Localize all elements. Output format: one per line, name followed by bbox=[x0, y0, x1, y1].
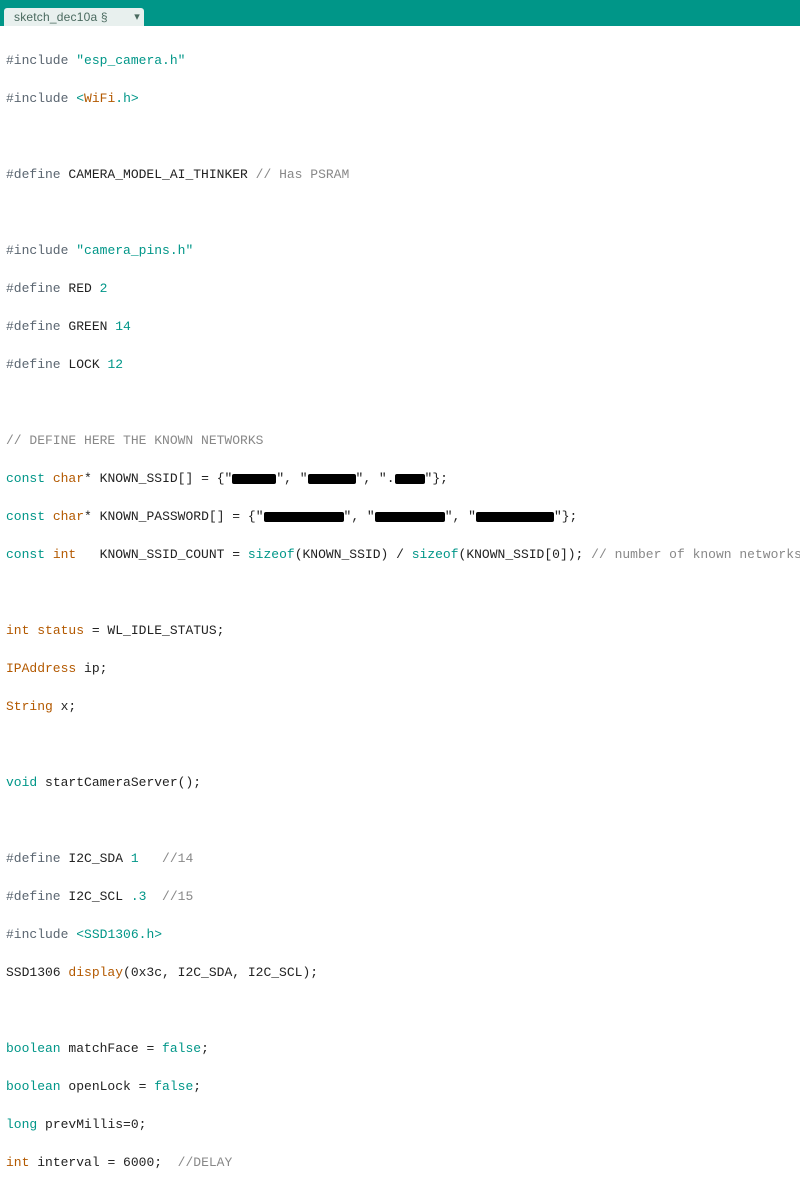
macro: I2C_SCL bbox=[68, 889, 123, 904]
end: "}; bbox=[425, 471, 448, 486]
preproc: #define bbox=[6, 167, 61, 182]
rest: (); bbox=[178, 775, 201, 790]
end: ; bbox=[193, 1079, 201, 1094]
preproc: #define bbox=[6, 889, 61, 904]
type: String bbox=[6, 699, 53, 714]
rest: ip; bbox=[76, 661, 107, 676]
ident: matchFace bbox=[68, 1041, 138, 1056]
redacted-ssid-2 bbox=[308, 474, 356, 484]
rest: x; bbox=[53, 699, 76, 714]
ident: KNOWN_PASSWORD[] bbox=[100, 509, 225, 524]
sep: ", ". bbox=[356, 471, 395, 486]
preproc: #include bbox=[6, 91, 68, 106]
macro: CAMERA_MODEL_AI_THINKER bbox=[68, 167, 247, 182]
kw: boolean bbox=[6, 1079, 61, 1094]
args: (0x3c, I2C_SDA, I2C_SCL); bbox=[123, 965, 318, 980]
num: 14 bbox=[115, 319, 131, 334]
tab-strip: sketch_dec10a § ▾ bbox=[0, 6, 800, 26]
kw: long bbox=[6, 1117, 37, 1132]
preproc: #include bbox=[6, 243, 68, 258]
preproc: #include bbox=[6, 53, 68, 68]
macro: GREEN bbox=[68, 319, 107, 334]
preproc: #include bbox=[6, 927, 68, 942]
redacted-pwd-1 bbox=[264, 512, 344, 522]
sep: ", " bbox=[445, 509, 476, 524]
arg: (KNOWN_SSID) / bbox=[295, 547, 412, 562]
num: .3 bbox=[131, 889, 147, 904]
preproc: #define bbox=[6, 319, 61, 334]
code-editor[interactable]: #include "esp_camera.h" #include <WiFi.h… bbox=[0, 26, 800, 1197]
sep: ", " bbox=[344, 509, 375, 524]
string: "esp_camera.h" bbox=[76, 53, 185, 68]
eq: = bbox=[139, 1041, 162, 1056]
macro: RED bbox=[68, 281, 91, 296]
kw: const bbox=[6, 547, 45, 562]
var: display bbox=[68, 965, 123, 980]
redacted-ssid-1 bbox=[232, 474, 276, 484]
var: status bbox=[37, 623, 84, 638]
arg: (KNOWN_SSID[0]); bbox=[459, 547, 584, 562]
string: "camera_pins.h" bbox=[76, 243, 193, 258]
kw: const bbox=[6, 471, 45, 486]
num: 12 bbox=[107, 357, 123, 372]
star: * bbox=[84, 471, 92, 486]
hdr-close: .h> bbox=[115, 91, 138, 106]
macro: LOCK bbox=[68, 357, 99, 372]
type: IPAddress bbox=[6, 661, 76, 676]
preproc: #define bbox=[6, 357, 61, 372]
rest: = 6000; bbox=[100, 1155, 162, 1170]
val: false bbox=[154, 1079, 193, 1094]
ident: KNOWN_SSID[] bbox=[100, 471, 194, 486]
preproc: #define bbox=[6, 851, 61, 866]
star: * bbox=[84, 509, 92, 524]
tab-label: sketch_dec10a § bbox=[14, 10, 108, 24]
header: <SSD1306.h> bbox=[76, 927, 162, 942]
ident: prevMillis bbox=[45, 1117, 123, 1132]
redacted-ssid-3 bbox=[395, 474, 425, 484]
type: int bbox=[53, 547, 76, 562]
comment: //DELAY bbox=[162, 1155, 232, 1170]
num: 2 bbox=[100, 281, 108, 296]
wifi-lib: WiFi bbox=[84, 91, 115, 106]
sizeof: sizeof bbox=[248, 547, 295, 562]
end: "}; bbox=[554, 509, 577, 524]
kw: void bbox=[6, 775, 37, 790]
ident: interval bbox=[37, 1155, 99, 1170]
eq: = {" bbox=[225, 509, 264, 524]
rest: = WL_IDLE_STATUS; bbox=[84, 623, 224, 638]
hdr-open: < bbox=[76, 91, 84, 106]
kw: const bbox=[6, 509, 45, 524]
comment: // Has PSRAM bbox=[256, 167, 350, 182]
val: false bbox=[162, 1041, 201, 1056]
ident: KNOWN_SSID_COUNT bbox=[100, 547, 225, 562]
eq: = bbox=[131, 1079, 154, 1094]
type: char bbox=[53, 509, 84, 524]
ident: openLock bbox=[68, 1079, 130, 1094]
tab-dropdown-icon[interactable]: ▾ bbox=[134, 10, 140, 23]
kw: boolean bbox=[6, 1041, 61, 1056]
end: ; bbox=[201, 1041, 209, 1056]
type: int bbox=[6, 1155, 29, 1170]
eq: = bbox=[224, 547, 247, 562]
tab-sketch[interactable]: sketch_dec10a § ▾ bbox=[4, 8, 144, 26]
macro: I2C_SDA bbox=[68, 851, 123, 866]
comment: // DEFINE HERE THE KNOWN NETWORKS bbox=[6, 433, 263, 448]
comment: // number of known networks bbox=[583, 547, 800, 562]
redacted-pwd-3 bbox=[476, 512, 554, 522]
num: 1 bbox=[131, 851, 139, 866]
type: int bbox=[6, 623, 29, 638]
sizeof: sizeof bbox=[412, 547, 459, 562]
fn: startCameraServer bbox=[45, 775, 178, 790]
class: SSD1306 bbox=[6, 965, 68, 980]
comment: //14 bbox=[139, 851, 194, 866]
eq: = {" bbox=[193, 471, 232, 486]
rest: =0; bbox=[123, 1117, 146, 1132]
comment: //15 bbox=[146, 889, 193, 904]
redacted-pwd-2 bbox=[375, 512, 445, 522]
preproc: #define bbox=[6, 281, 61, 296]
sep: ", " bbox=[276, 471, 307, 486]
type: char bbox=[53, 471, 84, 486]
